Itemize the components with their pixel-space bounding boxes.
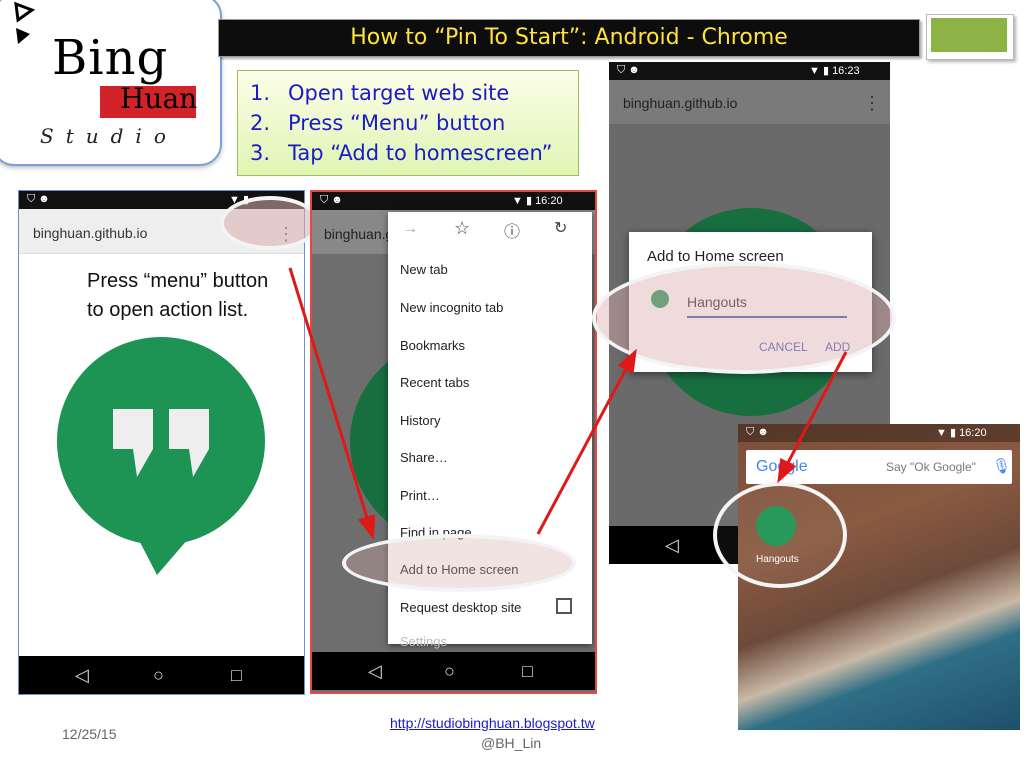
- arrow-1: [288, 267, 376, 540]
- arrow-2: [536, 348, 637, 535]
- arrows-layer: [288, 267, 848, 540]
- blog-link[interactable]: http://studiobinghuan.blogspot.tw: [390, 715, 595, 731]
- slide-date: 12/25/15: [62, 726, 117, 742]
- arrow-3: [777, 351, 848, 484]
- author-handle: @BH_Lin: [481, 735, 542, 751]
